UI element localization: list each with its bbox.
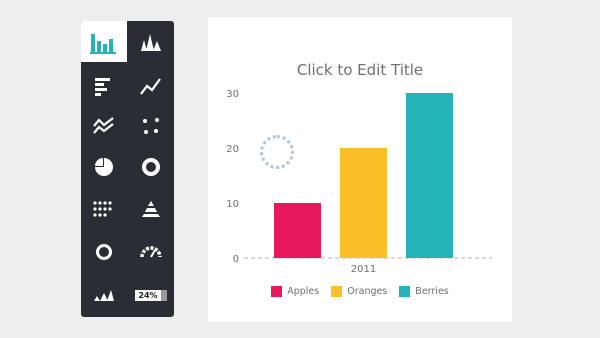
bar-apples [274, 203, 321, 258]
gauge-chart-icon [140, 245, 162, 257]
chart-type-palette: 24% [81, 21, 174, 317]
dot-grid-chart-icon [93, 200, 112, 217]
legend-item[interactable]: Oranges [331, 286, 387, 297]
legend-swatch [271, 286, 283, 297]
bar-chart-icon [95, 77, 110, 96]
area-chart-icon [93, 116, 114, 134]
bar-chart-plot: 0 10 20 30 2011 [226, 89, 492, 275]
area-chart-button[interactable] [81, 105, 127, 146]
scatter-chart-icon [143, 117, 159, 134]
bar-chart-button[interactable] [81, 65, 127, 106]
chart-canvas[interactable]: Click to Edit Title 0 10 20 30 2011 Apples Or… [208, 17, 512, 322]
sparkline-chart-button[interactable] [81, 275, 127, 316]
legend-label: Apples [287, 286, 320, 297]
legend-label: Oranges [347, 286, 388, 297]
ring-chart-icon [96, 243, 112, 260]
column-chart-icon [90, 33, 116, 54]
line-chart-icon [140, 77, 161, 95]
percent-badge-icon: 24% [135, 290, 167, 301]
pyramid-chart-button[interactable] [128, 188, 174, 229]
loading-spinner [260, 135, 294, 169]
gauge-chart-button[interactable] [128, 231, 174, 272]
x-tick-label: 2011 [351, 264, 376, 275]
y-tick-label: 30 [226, 89, 239, 100]
donut-chart-button[interactable] [128, 146, 174, 187]
mountain-chart-icon [141, 33, 161, 51]
legend-swatch [331, 286, 343, 297]
line-chart-button[interactable] [128, 65, 174, 106]
legend-label: Berries [415, 286, 449, 297]
scatter-chart-button[interactable] [128, 105, 174, 146]
chart-legend: Apples Oranges Berries [208, 286, 512, 297]
column-chart-button[interactable] [81, 21, 127, 62]
mountain-chart-button[interactable] [128, 21, 174, 62]
dot-grid-chart-button[interactable] [81, 188, 127, 229]
legend-item[interactable]: Berries [399, 286, 449, 297]
y-tick-label: 0 [233, 254, 239, 265]
pie-chart-icon [95, 157, 113, 176]
ring-chart-button[interactable] [81, 231, 127, 272]
pie-chart-button[interactable] [81, 146, 127, 187]
bar-oranges [340, 148, 387, 258]
bar-berries [406, 93, 453, 258]
legend-item[interactable]: Apples [271, 286, 319, 297]
y-tick-label: 10 [226, 199, 239, 210]
donut-chart-icon [142, 157, 160, 176]
pyramid-chart-icon [142, 200, 160, 217]
legend-swatch [399, 286, 411, 297]
sparkline-chart-icon [94, 289, 114, 301]
y-tick-label: 20 [226, 144, 239, 155]
percent-badge-button[interactable]: 24% [128, 275, 174, 316]
